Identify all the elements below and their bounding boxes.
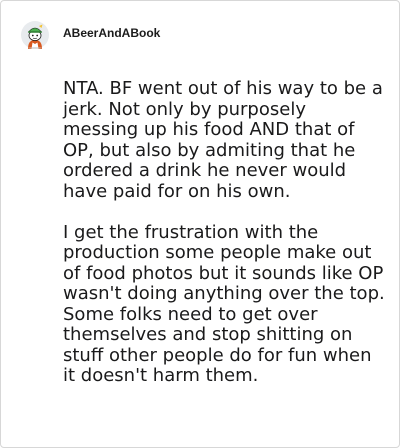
- comment-author[interactable]: ABeerAndABook: [63, 26, 160, 40]
- comment-header: ABeerAndABook: [21, 21, 160, 49]
- avatar-icon[interactable]: [21, 21, 49, 49]
- comment-paragraph: I get the frustration with the productio…: [63, 221, 385, 386]
- comment-card: ABeerAndABook NTA. BF went out of his wa…: [0, 0, 400, 448]
- comment-body: NTA. BF went out of his way to be a jerk…: [63, 78, 385, 387]
- comment-paragraph: NTA. BF went out of his way to be a jerk…: [63, 78, 383, 202]
